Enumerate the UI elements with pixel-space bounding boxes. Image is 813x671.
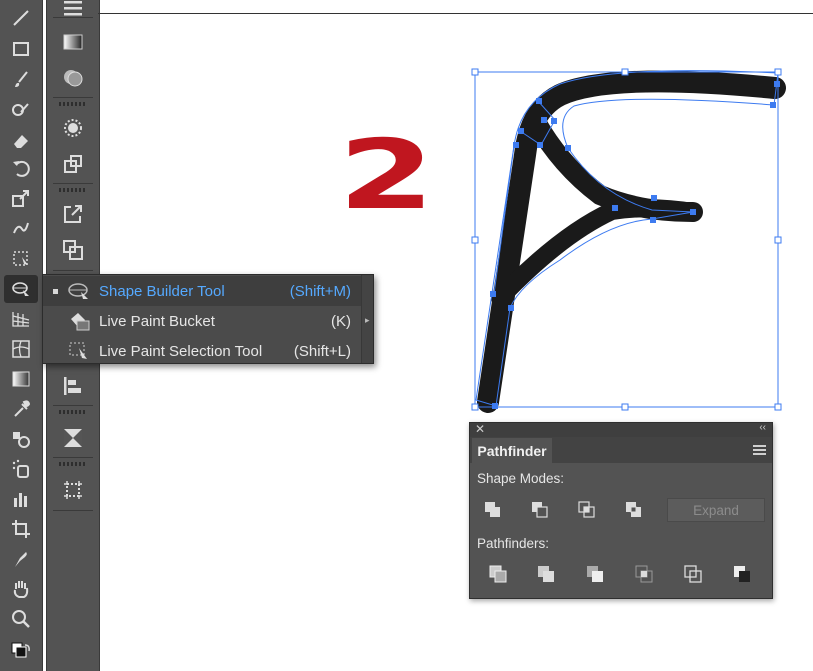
flyout-label: Live Paint Bucket xyxy=(99,313,215,330)
transform-icon[interactable] xyxy=(59,236,87,264)
gradient-icon[interactable] xyxy=(4,365,38,393)
align-icon[interactable] xyxy=(59,372,87,400)
gradient-panel-icon[interactable] xyxy=(59,28,87,56)
rectangle-icon[interactable] xyxy=(4,35,38,63)
live-paint-bucket-icon xyxy=(71,313,90,331)
free-transform-icon[interactable] xyxy=(4,244,38,272)
slice-icon[interactable] xyxy=(4,545,38,573)
unite-icon[interactable] xyxy=(480,497,506,523)
merge-icon[interactable] xyxy=(582,561,608,587)
flyout-shortcut: (K) xyxy=(331,313,351,330)
zoom-icon[interactable] xyxy=(4,605,38,633)
artboards-icon[interactable] xyxy=(59,476,87,504)
menu-icon[interactable] xyxy=(59,0,87,22)
warp-icon[interactable] xyxy=(4,214,38,242)
panel-menu-icon[interactable] xyxy=(753,445,766,455)
eyedropper-icon[interactable] xyxy=(4,395,38,423)
perspective-grid-icon[interactable] xyxy=(4,305,38,333)
exclude-icon[interactable] xyxy=(621,497,647,523)
tab-pathfinder[interactable]: Pathfinder xyxy=(472,438,552,463)
selected-bullet xyxy=(53,289,58,294)
symbol-sprayer-icon[interactable] xyxy=(4,455,38,483)
flyout-label: Live Paint Selection Tool xyxy=(99,343,263,360)
flyout-shortcut: (Shift+L) xyxy=(293,343,351,360)
panel-titlebar[interactable]: ✕ ‹‹ xyxy=(470,422,772,437)
mesh-icon[interactable] xyxy=(4,335,38,363)
close-icon[interactable]: ✕ xyxy=(475,422,485,436)
paintbrush-icon[interactable] xyxy=(4,66,38,94)
shape-builder-icon[interactable] xyxy=(4,275,38,303)
tools-toolbar xyxy=(0,0,43,671)
eraser-icon[interactable] xyxy=(4,126,38,154)
symbols-icon[interactable] xyxy=(59,150,87,178)
step-number: 2 xyxy=(338,119,435,231)
letter-shape[interactable] xyxy=(477,70,786,413)
transparency-icon[interactable] xyxy=(59,424,87,452)
crop-icon[interactable] xyxy=(631,561,657,587)
scale-icon[interactable] xyxy=(4,184,38,212)
live-paint-selection-icon xyxy=(69,342,87,359)
expand-button[interactable]: Expand xyxy=(667,498,765,522)
flyout-label: Shape Builder Tool xyxy=(99,283,225,300)
rotate-icon[interactable] xyxy=(4,154,38,182)
tearoff-arrow-icon: ▸ xyxy=(365,315,370,325)
color-guide-icon[interactable] xyxy=(59,64,87,92)
blob-brush-icon[interactable] xyxy=(4,97,38,125)
column-graph-icon[interactable] xyxy=(4,485,38,513)
flyout-tearoff-strip[interactable]: ▸ xyxy=(361,275,373,363)
blend-icon[interactable] xyxy=(4,425,38,453)
artboard-icon[interactable] xyxy=(4,515,38,543)
flyout-shortcut: (Shift+M) xyxy=(289,283,351,300)
pathfinders-label: Pathfinders: xyxy=(477,536,550,551)
appearance-icon[interactable] xyxy=(59,114,87,142)
flyout-item-live-paint-bucket[interactable]: Live Paint Bucket (K) xyxy=(43,306,361,336)
line-segment-icon[interactable] xyxy=(4,4,38,32)
minus-back-icon[interactable] xyxy=(729,561,755,587)
divide-icon[interactable] xyxy=(485,561,511,587)
export-icon[interactable] xyxy=(59,200,87,228)
trim-icon[interactable] xyxy=(533,561,559,587)
letter-artwork[interactable] xyxy=(468,62,788,414)
fill-stroke-icon[interactable] xyxy=(4,638,38,666)
collapse-icon[interactable]: ‹‹ xyxy=(759,422,766,433)
shape-builder-icon xyxy=(68,283,88,299)
flyout-item-live-paint-selection[interactable]: Live Paint Selection Tool (Shift+L) xyxy=(43,336,361,366)
hand-icon[interactable] xyxy=(4,575,38,603)
intersect-icon[interactable] xyxy=(574,497,600,523)
flyout-item-shape-builder[interactable]: Shape Builder Tool (Shift+M) xyxy=(43,276,361,306)
shape-modes-label: Shape Modes: xyxy=(477,471,565,486)
shape-builder-flyout: Shape Builder Tool (Shift+M) Live Paint … xyxy=(42,274,374,364)
minus-front-icon[interactable] xyxy=(527,497,553,523)
artboard-edge xyxy=(98,13,813,14)
outline-icon[interactable] xyxy=(680,561,706,587)
pathfinder-panel: ✕ ‹‹ Pathfinder Shape Modes: Expand Path… xyxy=(469,422,773,599)
